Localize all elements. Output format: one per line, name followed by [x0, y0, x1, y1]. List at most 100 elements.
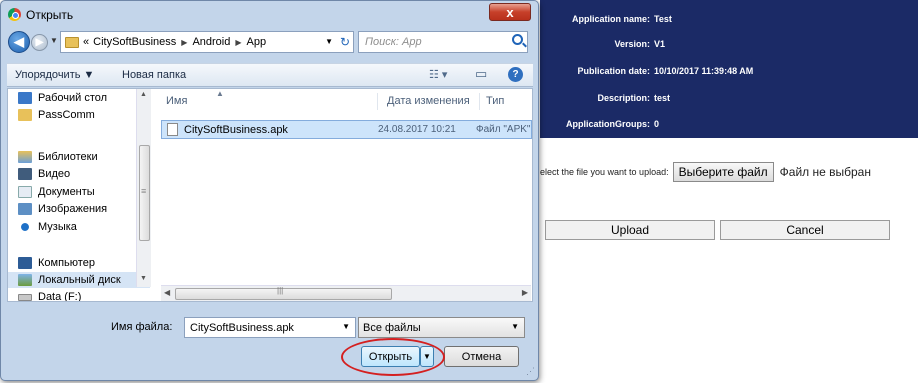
file-row-citysoftbusiness-apk[interactable]: CitySoftBusiness.apk 24.08.2017 10:21 Фа…	[161, 120, 532, 139]
description-value: test	[654, 93, 671, 103]
file-type-filter[interactable]: Все файлы ▼	[358, 317, 525, 338]
column-header-date[interactable]: Дата изменения	[387, 89, 470, 113]
organize-menu[interactable]: Упорядочить ▼	[15, 69, 94, 81]
navigation-scrollbar[interactable]: ▲ ≡ ▼	[136, 89, 151, 287]
search-box[interactable]	[358, 31, 528, 53]
close-button[interactable]: x	[489, 3, 531, 21]
no-file-chosen-text: Файл не выбран	[779, 165, 871, 179]
local-disk-icon	[18, 274, 32, 286]
help-icon[interactable]: ?	[508, 67, 523, 82]
nav-item-desktop[interactable]: Рабочий стол	[18, 90, 107, 106]
version-value: V1	[654, 39, 666, 49]
refresh-icon[interactable]: ↻	[340, 35, 350, 49]
breadcrumb-citysoftbusiness[interactable]: CitySoftBusiness	[93, 36, 176, 48]
nav-item-video[interactable]: Видео	[18, 166, 70, 182]
open-button[interactable]: Открыть	[361, 346, 420, 367]
desktop-icon	[18, 92, 32, 104]
column-header-name[interactable]: Имя	[166, 89, 187, 113]
publication-date-row: Publication date: 10/10/2017 11:39:48 AM	[540, 66, 918, 82]
scroll-down-arrow-icon[interactable]: ▼	[140, 275, 147, 282]
sort-ascending-icon: ▲	[216, 89, 224, 98]
file-type: Файл "APK"	[476, 124, 531, 135]
column-divider[interactable]	[479, 93, 480, 110]
publication-date-label: Publication date:	[577, 66, 650, 76]
nav-item-label: Data (F:)	[38, 291, 82, 301]
recent-locations-chevron-icon[interactable]: ▼	[50, 36, 58, 45]
scroll-up-arrow-icon[interactable]: ▲	[140, 91, 147, 98]
upload-button[interactable]: Upload	[545, 220, 715, 240]
column-header-type[interactable]: Тип	[486, 89, 504, 113]
application-groups-row: ApplicationGroups: 0	[540, 119, 918, 135]
file-name: CitySoftBusiness.apk	[184, 123, 288, 136]
file-date: 24.08.2017 10:21	[378, 124, 456, 135]
application-groups-value: 0	[654, 119, 660, 129]
libraries-icon	[18, 151, 32, 163]
nav-item-pictures[interactable]: Изображения	[18, 201, 107, 217]
computer-icon	[18, 257, 32, 269]
address-dropdown-icon[interactable]: ▼	[325, 37, 333, 46]
column-divider[interactable]	[377, 93, 378, 110]
version-row: Version: V1	[540, 39, 918, 55]
file-type-filter-value: Все файлы	[363, 321, 421, 334]
grip-icon: ≡	[141, 186, 147, 196]
nav-item-music[interactable]: Музыка	[18, 219, 77, 235]
filename-history-chevron-icon[interactable]: ▼	[342, 322, 350, 331]
filename-input[interactable]: CitySoftBusiness.apk ▼	[184, 317, 356, 338]
dialog-body: Рабочий стол PassComm Библиотеки Видео Д…	[7, 88, 533, 302]
nav-item-label: Локальный диск	[38, 274, 121, 286]
horizontal-scrollbar[interactable]: ◀ ||| ▶	[161, 285, 531, 301]
horizontal-scrollbar-thumb[interactable]	[175, 288, 392, 300]
scroll-right-arrow-icon[interactable]: ▶	[522, 288, 528, 297]
breadcrumb-android[interactable]: Android	[192, 36, 230, 48]
nav-item-computer[interactable]: Компьютер	[18, 255, 95, 271]
search-icon[interactable]	[512, 34, 523, 45]
filter-chevron-icon[interactable]: ▼	[511, 322, 519, 331]
nav-item-label: Библиотеки	[38, 151, 98, 163]
back-arrow-icon[interactable]: ◀	[8, 31, 30, 53]
search-input[interactable]	[359, 32, 499, 52]
nav-item-passcomm[interactable]: PassComm	[18, 107, 95, 123]
choose-file-button[interactable]: Выберите файл	[672, 162, 774, 182]
dialog-titlebar[interactable]: Открыть x	[1, 1, 538, 29]
nav-item-label: Документы	[38, 186, 95, 198]
preview-pane-icon[interactable]: ▭	[475, 66, 487, 82]
open-options-chevron-icon[interactable]: ▼	[420, 346, 434, 367]
breadcrumb-app[interactable]: App	[247, 36, 267, 48]
upload-prompt: elect the file you want to upload:	[540, 167, 669, 177]
dialog-title: Открыть	[26, 8, 74, 22]
application-groups-label: ApplicationGroups:	[566, 119, 650, 129]
address-bar[interactable]: « CitySoftBusiness ▶ Android ▶ App ▼ ↻	[60, 31, 354, 53]
breadcrumb-separator-icon[interactable]: ▶	[181, 38, 187, 47]
app-info-panel: Application name: Test Version: V1 Publi…	[540, 0, 918, 138]
nav-item-data-drive[interactable]: Data (F:)	[18, 289, 81, 301]
filename-value: CitySoftBusiness.apk	[190, 321, 294, 334]
breadcrumb-overflow[interactable]: «	[83, 36, 89, 48]
app-name-value: Test	[654, 14, 672, 24]
breadcrumb-separator-icon[interactable]: ▶	[235, 38, 241, 47]
nav-item-libraries[interactable]: Библиотеки	[18, 149, 98, 165]
resize-grip-icon[interactable]: ⋰	[526, 366, 535, 377]
view-options-icon[interactable]: ☷ ▾	[429, 68, 447, 81]
dialog-toolbar: Упорядочить ▼ Новая папка ☷ ▾ ▭ ?	[7, 63, 533, 87]
new-folder-button[interactable]: Новая папка	[122, 69, 186, 81]
forward-arrow-icon[interactable]: ▶	[31, 34, 48, 51]
grip-icon: |||	[277, 286, 284, 295]
nav-item-label: Рабочий стол	[38, 92, 108, 104]
file-upload-row: elect the file you want to upload: Выбер…	[540, 160, 871, 184]
open-file-dialog: Открыть x ◀ ▶ ▼ « CitySoftBusiness ▶ And…	[0, 0, 539, 381]
publication-date-value: 10/10/2017 11:39:48 AM	[654, 66, 754, 76]
file-list: Имя ▲ Дата изменения Тип CitySoftBusines…	[153, 89, 532, 301]
pictures-icon	[18, 203, 32, 215]
nav-item-label: PassComm	[38, 109, 95, 121]
description-row: Description: test	[540, 93, 918, 109]
nav-item-local-disk[interactable]: Локальный диск	[8, 272, 150, 288]
address-row: ◀ ▶ ▼ « CitySoftBusiness ▶ Android ▶ App…	[7, 31, 531, 55]
scroll-left-arrow-icon[interactable]: ◀	[164, 288, 170, 297]
filename-label: Имя файла:	[111, 321, 173, 333]
version-label: Version:	[614, 39, 650, 49]
nav-item-documents[interactable]: Документы	[18, 184, 95, 200]
cancel-upload-button[interactable]: Cancel	[720, 220, 890, 240]
documents-icon	[18, 186, 32, 198]
cancel-button[interactable]: Отмена	[444, 346, 519, 367]
folder-icon	[18, 109, 32, 121]
